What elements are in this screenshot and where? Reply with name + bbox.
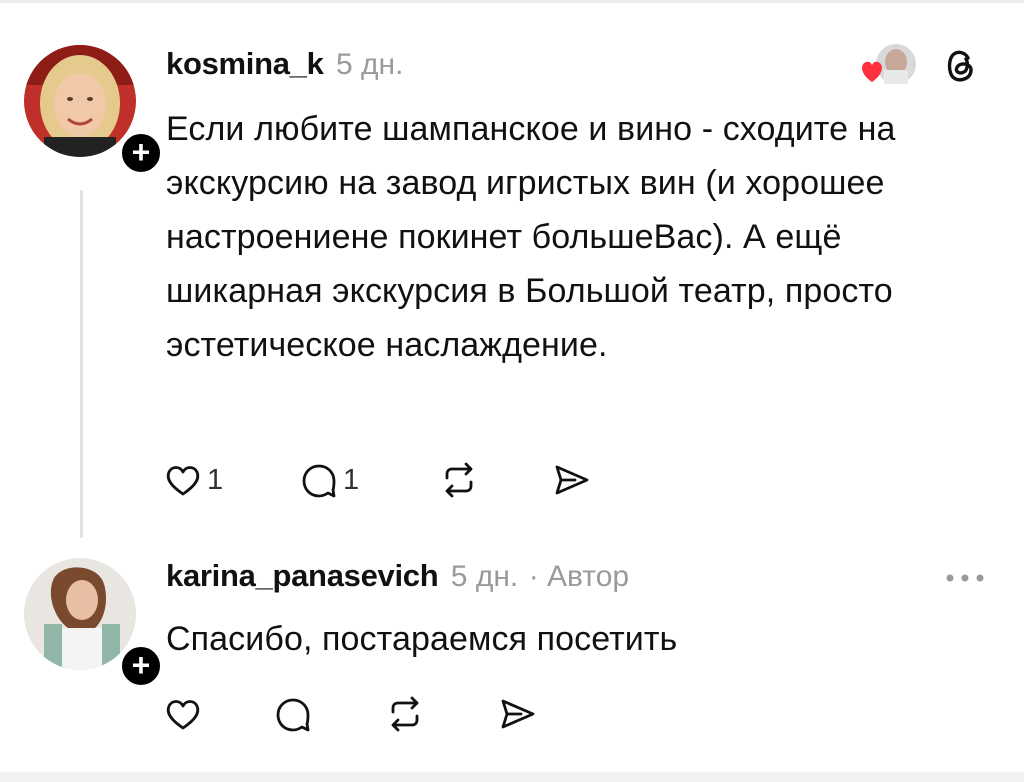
repost-icon xyxy=(445,462,473,498)
more-icon xyxy=(946,574,984,582)
liked-heart-icon xyxy=(862,61,882,82)
like-button[interactable] xyxy=(163,690,203,738)
thread-connector-line xyxy=(80,190,83,538)
bottom-edge xyxy=(0,772,1024,782)
reply-button[interactable]: 1 xyxy=(299,456,359,504)
repost-icon xyxy=(391,696,419,732)
share-button[interactable] xyxy=(497,690,537,738)
post-time: 5 дн. xyxy=(336,48,404,81)
heart-icon xyxy=(166,700,200,730)
comment-icon xyxy=(302,464,336,498)
heart-icon xyxy=(166,466,200,496)
reply-count: 1 xyxy=(343,463,360,496)
comment-icon xyxy=(276,698,310,732)
repost-button[interactable] xyxy=(439,456,479,504)
avatar[interactable] xyxy=(24,45,136,157)
share-button[interactable] xyxy=(551,456,591,504)
post-header: kosmina_k 5 дн. xyxy=(166,46,403,86)
more-options-button[interactable] xyxy=(944,568,994,588)
avatar-image xyxy=(24,45,136,157)
like-button[interactable]: 1 xyxy=(163,456,223,504)
author-tag: · Автор xyxy=(528,560,630,593)
post-header: karina_panasevich 5 дн. · Автор xyxy=(166,558,629,598)
share-icon xyxy=(501,699,535,729)
follow-button[interactable]: + xyxy=(118,130,164,176)
avatar-container[interactable]: + xyxy=(24,558,164,689)
avatar-container[interactable]: + xyxy=(24,45,164,176)
post-body-text: Спасибо, постараемся посетить xyxy=(166,620,678,658)
share-icon xyxy=(555,465,589,495)
avatar[interactable] xyxy=(24,558,136,670)
username[interactable]: kosmina_k xyxy=(166,46,324,81)
repost-button[interactable] xyxy=(385,690,425,738)
follow-button[interactable]: + xyxy=(118,643,164,689)
post-time: 5 дн. xyxy=(450,560,519,593)
liked-by-author-indicator[interactable] xyxy=(858,42,920,88)
reply-post: + kosmina_k 5 дн. Если любите шампанское… xyxy=(0,0,1024,540)
reply-button[interactable] xyxy=(273,690,313,738)
author-reply-post: + karina_panasevich 5 дн. · Автор Спасиб… xyxy=(0,540,1024,772)
avatar-image xyxy=(24,558,136,670)
username[interactable]: karina_panasevich xyxy=(166,558,439,593)
like-count: 1 xyxy=(207,463,224,496)
threads-logo-icon[interactable] xyxy=(938,44,982,88)
post-body-text: Если любите шампанское и вино - сходите … xyxy=(166,110,896,364)
